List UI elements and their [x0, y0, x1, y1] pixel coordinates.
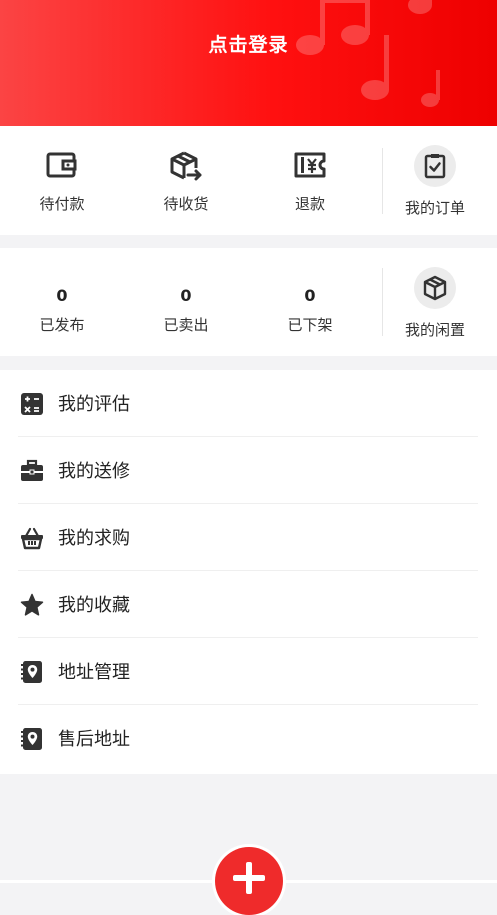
menu-item-address-management[interactable]: 地址管理	[18, 638, 478, 705]
order-pending-receipt[interactable]: 待收货	[124, 150, 248, 214]
login-button[interactable]: 点击登录	[0, 30, 497, 57]
stat-sold-count: 0	[180, 286, 192, 305]
menu-item-wanted[interactable]: 我的求购	[18, 504, 478, 571]
stat-delisted-count: 0	[304, 286, 316, 305]
basket-icon	[21, 527, 43, 550]
my-orders-label: 我的订单	[404, 199, 465, 217]
location-book-icon	[21, 661, 42, 683]
toolbox-icon	[21, 459, 43, 481]
menu-item-label: 售后地址	[58, 729, 130, 750]
stat-sold-label: 已卖出	[163, 316, 209, 334]
order-pending-receipt-label: 待收货	[163, 195, 209, 213]
order-refund[interactable]: 退款	[248, 150, 372, 214]
stat-delisted[interactable]: 0 已下架	[248, 286, 372, 335]
wallet-icon	[46, 152, 77, 178]
menu-list: 我的评估 我的送修 我的求购 我的收藏 地址管理 售后地址	[0, 370, 497, 774]
refund-ticket-icon	[294, 152, 326, 178]
menu-item-label: 我的评估	[58, 394, 130, 415]
order-refund-label: 退款	[294, 195, 325, 213]
profile-header: 点击登录	[0, 0, 497, 126]
idle-card: 0 已发布 0 已卖出 0 已下架 我的闲置	[0, 248, 497, 356]
stat-sold[interactable]: 0 已卖出	[124, 286, 248, 335]
publish-add-button[interactable]	[215, 847, 283, 915]
location-book-icon	[21, 728, 42, 750]
stat-published[interactable]: 0 已发布	[0, 286, 124, 335]
clipboard-check-icon	[424, 154, 446, 179]
package-arrow-icon	[170, 151, 202, 181]
menu-item-label: 我的求购	[58, 528, 130, 549]
star-icon	[20, 593, 44, 616]
my-idle-icon-circle	[414, 267, 456, 309]
my-idle-label: 我的闲置	[404, 321, 465, 339]
orders-card: 待付款 待收货 退款 我的订单	[0, 126, 497, 235]
stat-published-label: 已发布	[39, 316, 85, 334]
calculator-icon	[21, 393, 43, 415]
order-pending-payment-label: 待付款	[39, 195, 85, 213]
menu-item-after-sales-address[interactable]: 售后地址	[18, 705, 478, 772]
menu-item-label: 地址管理	[58, 662, 130, 683]
order-pending-payment[interactable]: 待付款	[0, 150, 124, 214]
menu-item-repair[interactable]: 我的送修	[18, 437, 478, 504]
music-notes-decoration	[296, 0, 440, 107]
my-orders[interactable]: 我的订单	[373, 145, 497, 218]
my-idle[interactable]: 我的闲置	[373, 267, 497, 340]
menu-item-label: 我的收藏	[58, 595, 130, 616]
menu-item-evaluation[interactable]: 我的评估	[18, 370, 478, 437]
stat-delisted-label: 已下架	[287, 316, 333, 334]
stat-published-count: 0	[56, 286, 68, 305]
menu-item-favorites[interactable]: 我的收藏	[18, 571, 478, 638]
my-orders-icon-circle	[414, 145, 456, 187]
box-icon	[423, 275, 447, 301]
menu-item-label: 我的送修	[58, 461, 130, 482]
